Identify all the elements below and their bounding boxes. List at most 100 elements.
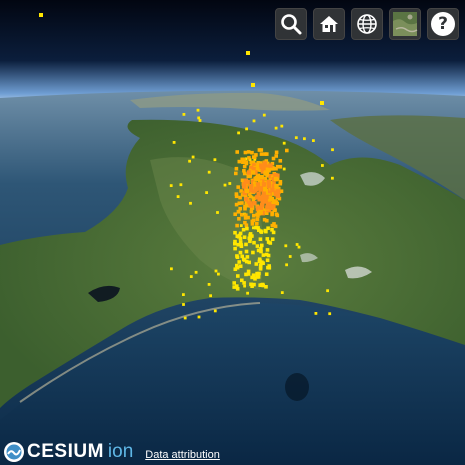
event-point: [237, 131, 240, 135]
event-point: [242, 258, 247, 262]
event-point: [235, 150, 239, 154]
event-point: [248, 203, 254, 208]
event-point: [176, 195, 180, 198]
map-viewer[interactable]: ? CESIUM ion Data attribution: [0, 0, 465, 465]
event-point: [233, 246, 237, 251]
event-point: [233, 212, 237, 216]
event-point: [197, 116, 201, 120]
event-point: [259, 249, 263, 254]
data-attribution-link[interactable]: Data attribution: [145, 449, 220, 461]
event-point: [282, 141, 286, 145]
event-point: [235, 263, 239, 268]
event-point: [264, 272, 269, 276]
event-point: [265, 237, 270, 241]
event-point: [331, 176, 334, 180]
event-point: [235, 255, 240, 259]
event-point: [328, 312, 332, 316]
event-point: [254, 262, 259, 266]
event-point: [207, 170, 211, 174]
event-point: [242, 164, 247, 169]
event-point: [240, 157, 244, 162]
event-point: [264, 194, 269, 200]
event-point: [278, 159, 283, 163]
help-button[interactable]: ?: [427, 8, 459, 40]
cesium-logo-icon: [4, 442, 24, 462]
event-point: [239, 189, 243, 193]
event-point: [273, 176, 279, 182]
cesium-ion-logo[interactable]: CESIUM ion: [3, 441, 133, 463]
event-point: [246, 51, 250, 55]
event-point: [257, 259, 262, 264]
event-point: [312, 139, 315, 142]
event-point: [238, 206, 242, 211]
event-point: [265, 218, 269, 223]
event-point: [264, 252, 269, 257]
event-point: [207, 283, 211, 286]
event-point: [205, 191, 208, 194]
event-point: [266, 240, 271, 244]
home-button[interactable]: [313, 8, 345, 40]
event-point: [255, 222, 259, 226]
event-point: [295, 243, 299, 246]
globe-scene[interactable]: [0, 0, 465, 465]
event-point: [261, 253, 266, 257]
event-point: [251, 250, 255, 255]
event-point: [266, 180, 271, 185]
event-point: [236, 274, 240, 278]
event-point: [214, 269, 218, 273]
event-point: [189, 275, 193, 278]
event-point: [252, 213, 256, 218]
event-point: [182, 113, 186, 116]
house-icon: [320, 16, 338, 32]
event-point: [273, 208, 277, 212]
globe-icon: [357, 14, 377, 34]
event-point: [274, 154, 278, 158]
event-point: [252, 240, 256, 245]
event-point: [270, 237, 275, 241]
base-layer-picker-button[interactable]: [389, 8, 421, 40]
event-point: [235, 284, 239, 288]
event-point: [244, 197, 249, 202]
event-point: [245, 255, 250, 259]
event-point: [242, 281, 246, 285]
event-point: [269, 205, 274, 210]
event-point: [244, 242, 248, 247]
event-point: [288, 255, 292, 258]
event-point: [258, 265, 263, 269]
event-point: [260, 202, 265, 207]
event-point: [252, 282, 256, 287]
event-point: [196, 108, 200, 112]
event-point: [188, 159, 191, 163]
event-point: [254, 175, 260, 181]
event-point: [209, 294, 212, 298]
event-point: [191, 155, 195, 159]
event-point: [228, 182, 232, 185]
event-point: [261, 182, 267, 187]
event-point: [234, 166, 239, 171]
event-point: [238, 264, 243, 268]
event-point: [252, 155, 256, 159]
search-button[interactable]: [275, 8, 307, 40]
event-point: [248, 236, 253, 241]
event-point: [255, 217, 260, 222]
event-point: [258, 187, 263, 192]
event-point: [238, 236, 243, 241]
credit-bar: CESIUM ion Data attribution: [3, 441, 220, 463]
event-point: [266, 265, 270, 270]
scene-mode-button[interactable]: [351, 8, 383, 40]
event-point: [197, 315, 201, 319]
event-point: [241, 227, 246, 232]
event-point: [270, 212, 274, 217]
event-point: [265, 205, 270, 210]
event-point: [239, 224, 243, 227]
event-point: [238, 195, 242, 200]
event-point: [250, 150, 254, 155]
event-point: [276, 189, 281, 194]
event-point: [233, 241, 237, 246]
imagery-thumbnail-icon: [393, 12, 418, 36]
cesium-toolbar: ?: [275, 8, 459, 40]
event-point: [194, 270, 198, 274]
event-point: [240, 201, 244, 205]
event-point: [244, 213, 248, 217]
event-point: [183, 316, 187, 320]
